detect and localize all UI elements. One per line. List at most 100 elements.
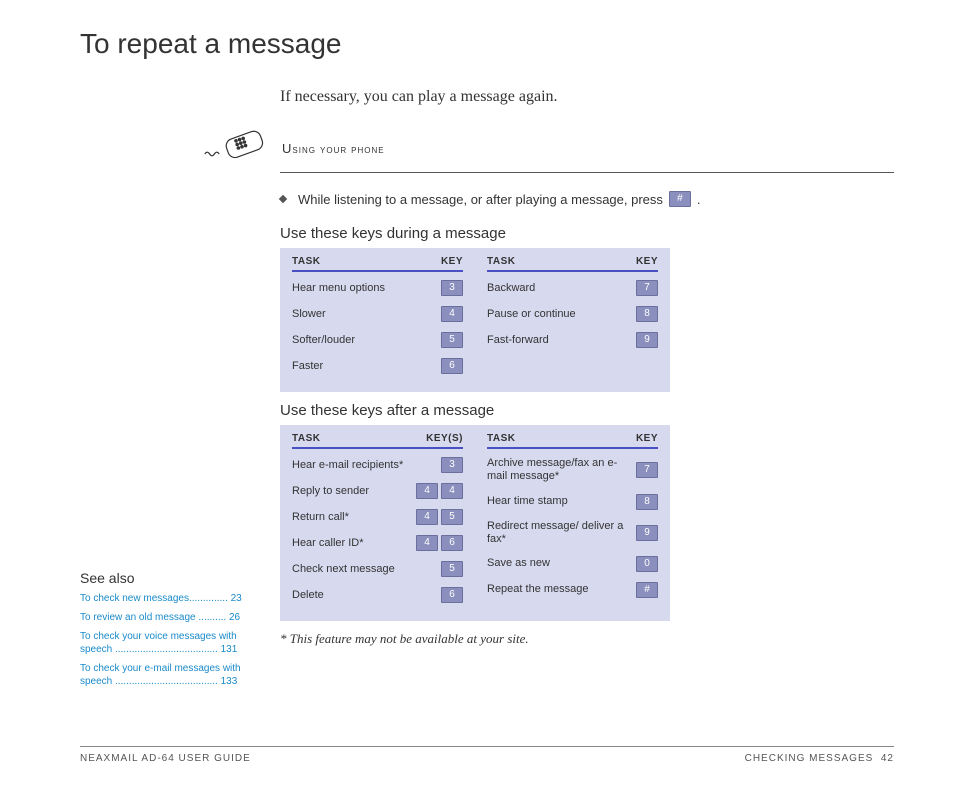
col-key-header: KEY: [636, 256, 658, 267]
key-group: 4: [441, 306, 463, 322]
during-col-left: TASKKEY Hear menu options3Slower4Softer/…: [292, 256, 463, 384]
key-row: Return call*45: [292, 509, 463, 525]
key-badge: 4: [416, 535, 438, 551]
key-group: 3: [441, 457, 463, 473]
task-label: Return call*: [292, 511, 416, 524]
phone-icon: [200, 130, 272, 166]
key-badge: 5: [441, 332, 463, 348]
page-footer: NEAXMAIL AD-64 USER GUIDE CHECKING MESSA…: [80, 746, 894, 764]
bullet-icon: [279, 195, 287, 203]
col-key-header: KEY: [441, 256, 463, 267]
after-col-left: TASK KEY(S) Hear e-mail recipients*3 Reply…: [292, 433, 463, 613]
footer-section: CHECKING MESSAGES: [745, 753, 874, 764]
key-group: 7: [636, 462, 658, 478]
task-label: Faster: [292, 360, 441, 373]
key-group: #: [636, 582, 658, 598]
during-col-right: TASKKEY Backward7Pause or continue8Fast-…: [487, 256, 658, 384]
see-also-sidebar: See also To check new messages..........…: [80, 570, 260, 694]
hash-key: #: [669, 191, 691, 207]
key-group: 46: [416, 535, 463, 551]
task-label: Hear caller ID*: [292, 537, 416, 550]
key-badge: 4: [416, 483, 438, 499]
key-badge: 0: [636, 556, 658, 572]
key-group: 45: [416, 509, 463, 525]
page-title: To repeat a message: [80, 28, 894, 60]
see-also-title: See also: [80, 570, 260, 586]
key-row: Redirect message/ deliver a fax*9: [487, 520, 658, 546]
footer-page-num: 42: [881, 753, 894, 764]
see-also-link[interactable]: To check new messages.............. 23: [80, 592, 260, 605]
key-badge: 3: [441, 280, 463, 296]
task-label: Backward: [487, 282, 636, 295]
key-group: 9: [636, 332, 658, 348]
during-heading: Use these keys during a message: [280, 225, 894, 242]
task-label: Delete: [292, 589, 441, 602]
instruction-line: While listening to a message, or after p…: [280, 191, 894, 207]
key-row: Hear time stamp8: [487, 494, 658, 510]
key-row: Delete6: [292, 587, 463, 603]
key-badge: 9: [636, 332, 658, 348]
key-group: 6: [441, 358, 463, 374]
phone-header: Using your phone: [200, 130, 894, 166]
key-row: Reply to sender44: [292, 483, 463, 499]
key-row: Hear menu options3: [292, 280, 463, 296]
key-badge: 7: [636, 462, 658, 478]
key-row: Backward7: [487, 280, 658, 296]
after-col-right: TASK KEY Archive message/fax an e-mail me…: [487, 433, 658, 613]
key-row: Hear e-mail recipients*3: [292, 457, 463, 473]
key-row: Archive message/fax an e-mail message*7: [487, 457, 658, 483]
col-task-header: TASK: [487, 256, 515, 267]
col-key-header: KEY: [636, 433, 658, 444]
key-badge: 7: [636, 280, 658, 296]
key-row: Save as new0: [487, 556, 658, 572]
task-label: Slower: [292, 308, 441, 321]
task-label: Fast-forward: [487, 334, 636, 347]
key-row: Slower4: [292, 306, 463, 322]
key-badge: 8: [636, 306, 658, 322]
see-also-link[interactable]: To review an old message .......... 26: [80, 611, 260, 624]
col-task-header: TASK: [487, 433, 515, 444]
key-badge: 4: [416, 509, 438, 525]
key-row: Faster6: [292, 358, 463, 374]
key-badge: 4: [441, 306, 463, 322]
key-group: 44: [416, 483, 463, 499]
key-badge: 9: [636, 525, 658, 541]
task-label: Repeat the message: [487, 583, 636, 596]
task-label: Pause or continue: [487, 308, 636, 321]
key-badge: 6: [441, 587, 463, 603]
key-group: 9: [636, 525, 658, 541]
page: To repeat a message If necessary, you ca…: [0, 0, 954, 786]
intro-text: If necessary, you can play a message aga…: [280, 88, 894, 106]
after-table: TASK KEY(S) Hear e-mail recipients*3 Reply…: [280, 425, 670, 621]
col-task-header: TASK: [292, 256, 320, 267]
task-label: Hear time stamp: [487, 495, 636, 508]
key-row: Softer/louder5: [292, 332, 463, 348]
key-badge: 4: [441, 483, 463, 499]
instruction-text-before: While listening to a message, or after p…: [298, 192, 663, 207]
col-task-header: TASK: [292, 433, 320, 444]
key-group: 8: [636, 494, 658, 510]
key-row: Pause or continue8: [487, 306, 658, 322]
see-also-link[interactable]: To check your e-mail messages with speec…: [80, 662, 260, 688]
key-badge: 3: [441, 457, 463, 473]
footer-right: CHECKING MESSAGES 42: [745, 753, 894, 764]
instruction-text-after: .: [697, 192, 701, 207]
key-row: Check next message5: [292, 561, 463, 577]
key-row: Hear caller ID*46: [292, 535, 463, 551]
task-label: Hear menu options: [292, 282, 441, 295]
footer-left: NEAXMAIL AD-64 USER GUIDE: [80, 753, 251, 764]
key-row: Fast-forward9: [487, 332, 658, 348]
key-group: 3: [441, 280, 463, 296]
task-label: Hear e-mail recipients*: [292, 459, 441, 472]
task-label: Reply to sender: [292, 485, 416, 498]
col-keys-header: KEY(S): [426, 433, 463, 444]
task-label: Save as new: [487, 557, 636, 570]
key-badge: #: [636, 582, 658, 598]
see-also-link[interactable]: To check your voice messages with speech…: [80, 630, 260, 656]
task-label: Redirect message/ deliver a fax*: [487, 520, 636, 546]
phone-label: Using your phone: [282, 141, 385, 156]
key-row: Repeat the message#: [487, 582, 658, 598]
key-group: 8: [636, 306, 658, 322]
key-badge: 5: [441, 561, 463, 577]
task-label: Archive message/fax an e-mail message*: [487, 457, 636, 483]
